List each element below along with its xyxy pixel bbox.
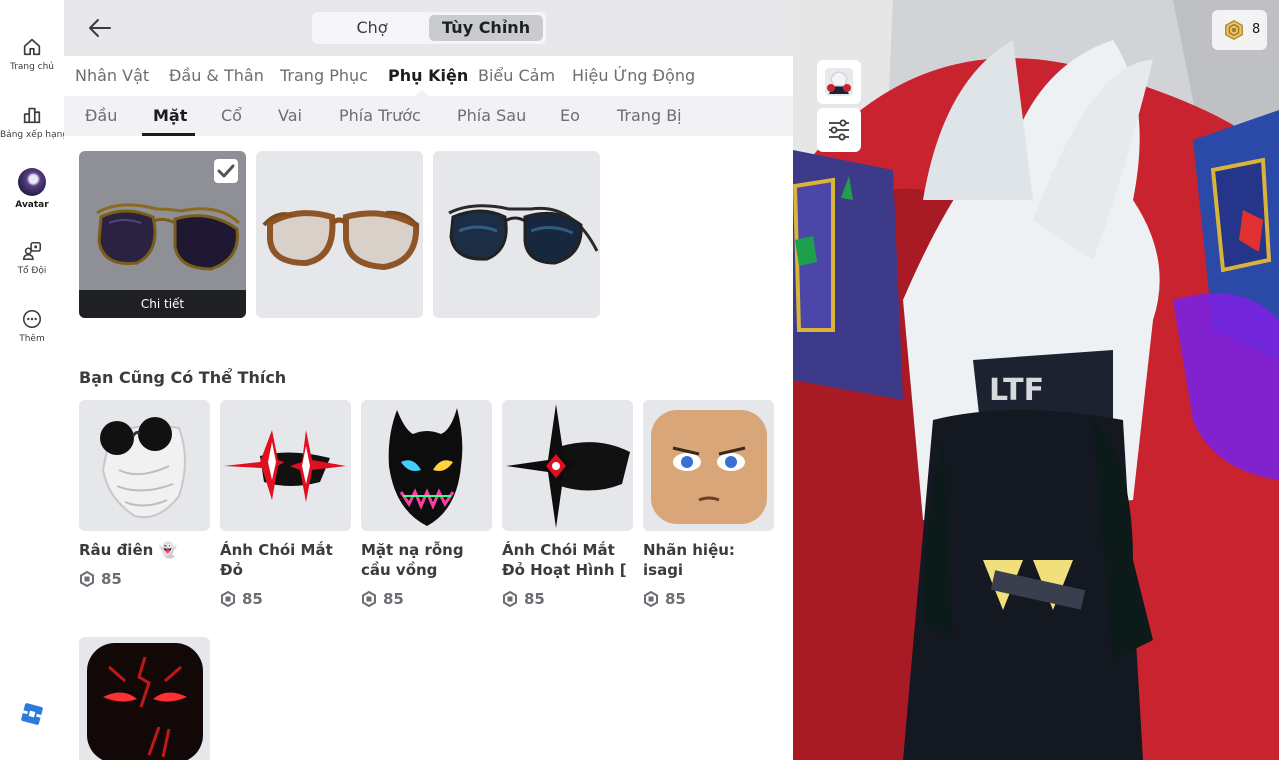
rec-price-value: 85 (242, 590, 263, 608)
avatar-3d-render: LTF (793, 0, 1279, 760)
avatar-thumbnail-button[interactable] (817, 60, 861, 104)
rec-thumbnail (502, 400, 633, 531)
subcategory-tabs: Đầu Mặt Cổ Vai Phía Trước Phía Sau Eo Tr… (64, 96, 793, 136)
recommendation-card[interactable]: Ánh Chói Mắt Đỏ 85 (220, 400, 351, 609)
segment-marketplace[interactable]: Chợ (315, 15, 429, 41)
robux-icon (503, 590, 517, 608)
aviator-sunglasses-blue-thumbnail (448, 204, 599, 265)
tab-accessories[interactable]: Phụ Kiện (388, 66, 468, 85)
back-arrow-icon[interactable] (86, 14, 114, 42)
recommendation-card[interactable]: Nhãn hiệu: isagi 85 (643, 400, 774, 609)
chart-icon (23, 107, 41, 124)
rec-price-value: 85 (383, 590, 404, 608)
tab-character[interactable]: Nhân Vật (75, 66, 149, 85)
subtab-head[interactable]: Đầu (85, 106, 117, 125)
rec-thumbnail (361, 400, 492, 531)
avatar-editor-header: Chợ Tùy Chỉnh (64, 0, 793, 56)
subtab-neck[interactable]: Cổ (221, 106, 242, 125)
recommendation-card[interactable]: Ánh Chói Mắt Đỏ Hoạt Hình [ 85 (502, 400, 633, 609)
nav-item-more[interactable]: Thêm (0, 308, 64, 344)
home-icon (23, 38, 41, 56)
recommendation-card[interactable] (79, 637, 210, 760)
tab-clothing[interactable]: Trang Phục (280, 66, 368, 85)
robux-icon (362, 590, 376, 608)
recommendation-card[interactable]: Mặt nạ rỗng cầu vồng 85 (361, 400, 492, 609)
nav-label-groups: Tổ Đội (17, 266, 47, 276)
rec-price-value: 85 (665, 590, 686, 608)
avatar-headshot-icon (825, 68, 853, 96)
nav-item-groups[interactable]: Tổ Đội (0, 240, 64, 276)
subtab-waist[interactable]: Eo (560, 106, 580, 125)
adjust-settings-button[interactable] (817, 108, 861, 152)
rec-price: 85 (361, 589, 492, 609)
segment-customize[interactable]: Tùy Chỉnh (429, 15, 543, 41)
left-nav-rail: Trang chủ Bảng xếp hạng Avatar Tổ Đội Th… (0, 0, 69, 760)
subtab-face[interactable]: Mặt (153, 106, 187, 125)
robux-icon (644, 590, 658, 608)
nav-label-avatar: Avatar (15, 200, 49, 210)
nav-label-more: Thêm (19, 334, 45, 344)
rec-thumbnail (643, 400, 774, 531)
subtab-back[interactable]: Phía Sau (457, 106, 526, 125)
nav-label-leaderboard: Bảng xếp hạng (0, 130, 69, 140)
item-catalog: Chi tiết Bạn Cũng Có Thể Thích Râu điên … (64, 136, 793, 760)
tab-head-body[interactable]: Đầu & Thân (169, 66, 264, 85)
robux-icon (221, 590, 235, 608)
rec-name: Ánh Chói Mắt Đỏ Hoạt Hình [ (502, 541, 627, 579)
rec-price-value: 85 (101, 570, 122, 588)
subtab-front[interactable]: Phía Trước (339, 106, 421, 125)
groups-icon (22, 241, 42, 261)
rec-price: 85 (502, 589, 633, 609)
rec-price: 85 (79, 569, 210, 589)
details-button[interactable]: Chi tiết (79, 290, 246, 318)
tab-animations[interactable]: Hiệu Ứng Động (572, 66, 695, 85)
rec-name: Ánh Chói Mắt Đỏ (220, 541, 333, 579)
roblox-logo[interactable] (21, 703, 43, 725)
rec-thumbnail (79, 637, 210, 760)
robux-icon (80, 570, 94, 588)
rec-name: Mặt nạ rỗng cầu vồng (361, 541, 464, 579)
equipped-checkmark-icon (214, 159, 238, 183)
rec-price: 85 (643, 589, 774, 609)
robux-balance[interactable]: 8 (1212, 10, 1267, 50)
tab-emotes[interactable]: Biểu Cảm (478, 66, 555, 85)
subtab-gear[interactable]: Trang Bị (617, 106, 682, 125)
rec-name: Nhãn hiệu: isagi (643, 541, 735, 579)
brown-glasses-thumbnail (262, 210, 420, 271)
nav-item-leaderboard[interactable]: Bảng xếp hạng (0, 104, 69, 140)
avatar-thumbnail (18, 168, 46, 196)
owned-item-card[interactable]: Chi tiết (79, 151, 246, 318)
nav-item-avatar[interactable]: Avatar (0, 168, 64, 210)
recommendations-title: Bạn Cũng Có Thể Thích (79, 368, 287, 387)
more-icon (22, 309, 42, 329)
sliders-icon (829, 119, 849, 141)
nav-item-home[interactable]: Trang chủ (0, 36, 64, 72)
owned-item-card[interactable] (256, 151, 423, 318)
rec-price-value: 85 (524, 590, 545, 608)
subtab-shoulder[interactable]: Vai (278, 106, 302, 125)
svg-text:LTF: LTF (989, 373, 1044, 408)
rec-price: 85 (220, 589, 351, 609)
rec-thumbnail (79, 400, 210, 531)
recommendation-card[interactable]: Râu điên 👻 85 (79, 400, 210, 589)
nav-label-home: Trang chủ (9, 62, 55, 72)
avatar-preview-viewport[interactable]: LTF (793, 0, 1279, 760)
rec-name: Râu điên 👻 (79, 541, 178, 559)
robux-amount: 8 (1252, 22, 1261, 37)
robux-icon (1225, 20, 1243, 40)
mode-segmented-control: Chợ Tùy Chỉnh (312, 12, 546, 44)
owned-item-card[interactable] (433, 151, 600, 318)
rec-thumbnail (220, 400, 351, 531)
